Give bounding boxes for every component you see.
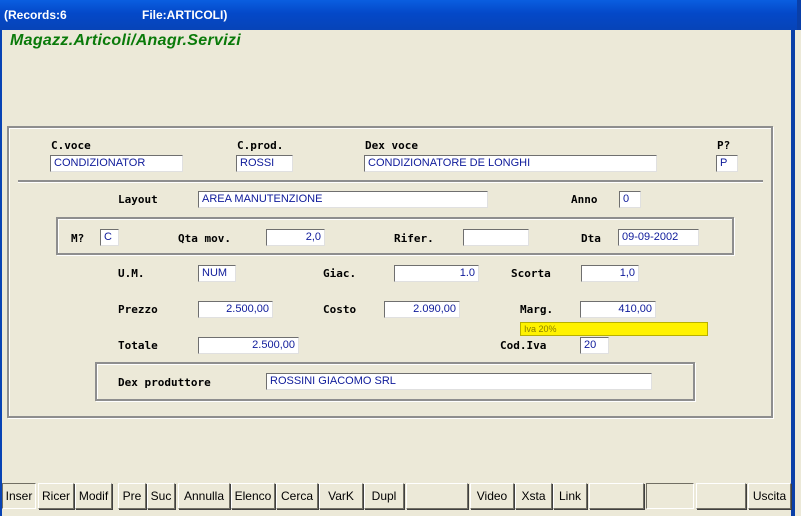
dex-voce-label: Dex voce bbox=[365, 139, 418, 152]
records-count: (Records:6 bbox=[4, 8, 67, 22]
blank-button-2[interactable] bbox=[589, 483, 644, 509]
layout-field[interactable]: AREA MANUTENZIONE bbox=[198, 191, 488, 208]
p-field[interactable]: P bbox=[716, 155, 738, 172]
c-prod-label: C.prod. bbox=[237, 139, 284, 152]
rifer-field[interactable] bbox=[463, 229, 529, 246]
inser-button[interactable]: Inser bbox=[2, 483, 36, 509]
dta-field[interactable]: 09-09-2002 bbox=[618, 229, 699, 246]
scorta-field[interactable]: 1,0 bbox=[581, 265, 639, 282]
c-voce-field[interactable]: CONDIZIONATOR bbox=[50, 155, 183, 172]
um-field[interactable]: NUM bbox=[198, 265, 236, 282]
marg-label: Marg. bbox=[520, 303, 554, 316]
produttore-label: Dex produttore bbox=[118, 376, 211, 389]
bottom-toolbar: Inser Ricer Modif Pre Suc Annulla Elenco… bbox=[2, 483, 791, 511]
scorta-label: Scorta bbox=[511, 267, 551, 280]
rifer-label: Rifer. bbox=[394, 232, 434, 245]
prezzo-field[interactable]: 2.500,00 bbox=[198, 301, 273, 318]
file-name: File:ARTICOLI) bbox=[142, 8, 228, 22]
qta-mov-label: Qta mov. bbox=[178, 232, 231, 245]
p-label: P? bbox=[717, 139, 731, 152]
iva-info-bar: Iva 20% bbox=[520, 322, 708, 336]
c-prod-field[interactable]: ROSSI bbox=[236, 155, 293, 172]
header-divider bbox=[18, 180, 763, 183]
layout-label: Layout bbox=[118, 193, 158, 206]
totale-field[interactable]: 2.500,00 bbox=[198, 337, 299, 354]
elenco-button[interactable]: Elenco bbox=[231, 483, 275, 509]
prezzo-label: Prezzo bbox=[118, 303, 158, 316]
cerca-button[interactable]: Cerca bbox=[276, 483, 318, 509]
totale-label: Totale bbox=[118, 339, 158, 352]
cod-iva-field[interactable]: 20 bbox=[580, 337, 609, 354]
pre-button[interactable]: Pre bbox=[118, 483, 146, 509]
page-title: Magazz.Articoli/Anagr.Servizi bbox=[10, 32, 241, 49]
m-label: M? bbox=[71, 232, 85, 245]
xsta-button[interactable]: Xsta bbox=[515, 483, 552, 509]
giac-label: Giac. bbox=[323, 267, 357, 280]
dta-label: Dta bbox=[581, 232, 601, 245]
giac-field[interactable]: 1.0 bbox=[394, 265, 479, 282]
costo-label: Costo bbox=[323, 303, 357, 316]
marg-field[interactable]: 410,00 bbox=[580, 301, 656, 318]
blank-button-4[interactable] bbox=[696, 483, 746, 509]
link-button[interactable]: Link bbox=[553, 483, 587, 509]
ricer-button[interactable]: Ricer bbox=[38, 483, 74, 509]
blank-button-3[interactable] bbox=[646, 483, 694, 509]
m-field[interactable]: C bbox=[100, 229, 119, 246]
dupl-button[interactable]: Dupl bbox=[364, 483, 404, 509]
video-button[interactable]: Video bbox=[470, 483, 514, 509]
vark-button[interactable]: VarK bbox=[319, 483, 363, 509]
modif-button[interactable]: Modif bbox=[75, 483, 112, 509]
window-titlebar: (Records:6 File:ARTICOLI) bbox=[0, 0, 801, 30]
blank-button-1[interactable] bbox=[406, 483, 468, 509]
anno-label: Anno bbox=[571, 193, 598, 206]
anno-field[interactable]: 0 bbox=[619, 191, 641, 208]
uscita-button[interactable]: Uscita bbox=[748, 483, 791, 509]
costo-field[interactable]: 2.090,00 bbox=[384, 301, 460, 318]
dex-voce-field[interactable]: CONDIZIONATORE DE LONGHI bbox=[364, 155, 657, 172]
suc-button[interactable]: Suc bbox=[147, 483, 175, 509]
cod-iva-label: Cod.Iva bbox=[500, 339, 547, 352]
qta-mov-field[interactable]: 2,0 bbox=[266, 229, 325, 246]
um-label: U.M. bbox=[118, 267, 145, 280]
c-voce-label: C.voce bbox=[51, 139, 91, 152]
annulla-button[interactable]: Annulla bbox=[178, 483, 230, 509]
produttore-field[interactable]: ROSSINI GIACOMO SRL bbox=[266, 373, 652, 390]
